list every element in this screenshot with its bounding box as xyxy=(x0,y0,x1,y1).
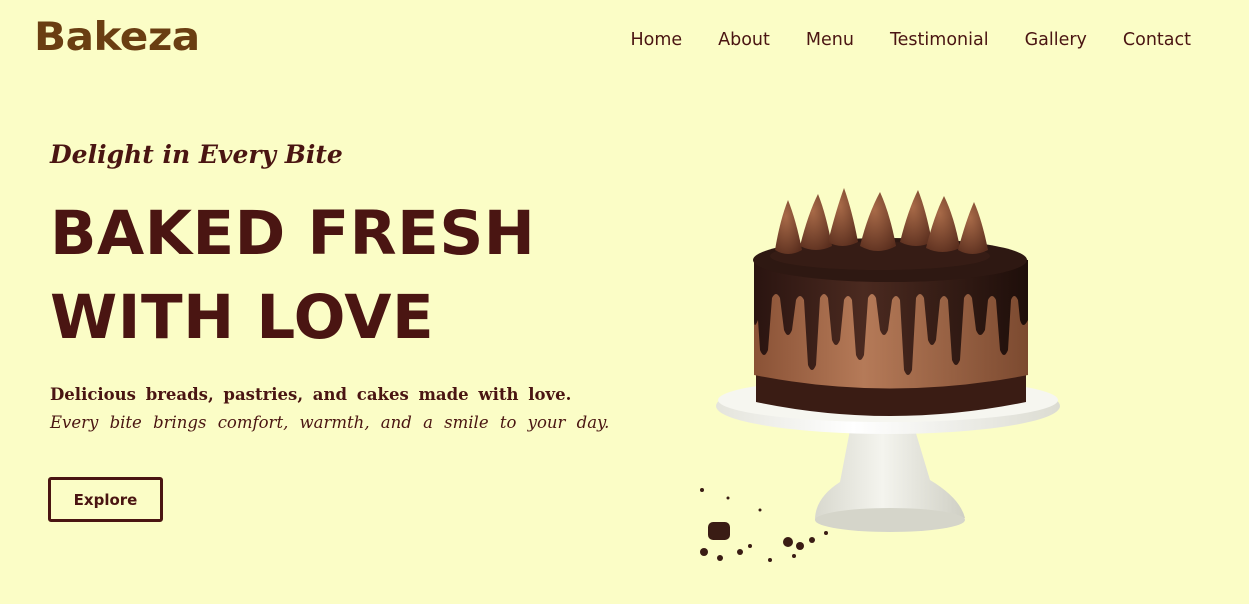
hero-description-line2: Every bite brings comfort, warmth, and a… xyxy=(50,413,610,432)
nav-about[interactable]: About xyxy=(718,29,770,51)
nav-menu[interactable]: Menu xyxy=(806,29,854,51)
hero-tagline: Delight in Every Bite xyxy=(50,140,343,169)
cake-image xyxy=(700,188,1060,562)
nav-testimonial[interactable]: Testimonial xyxy=(890,29,989,51)
nav-contact[interactable]: Contact xyxy=(1123,29,1191,51)
hero-description-line1: Delicious breads, pastries, and cakes ma… xyxy=(50,385,572,404)
hero-headline-line1: BAKED FRESH xyxy=(50,198,536,269)
hero-headline-line2: WITH LOVE xyxy=(50,282,435,353)
nav-gallery[interactable]: Gallery xyxy=(1025,29,1087,51)
explore-button[interactable]: Explore xyxy=(48,477,163,522)
hero-headline: BAKED FRESH WITH LOVE xyxy=(50,192,535,360)
brand-logo[interactable]: Bakeza xyxy=(34,18,200,57)
nav-home[interactable]: Home xyxy=(630,29,682,51)
main-nav: Home About Menu Testimonial Gallery Cont… xyxy=(630,29,1191,51)
